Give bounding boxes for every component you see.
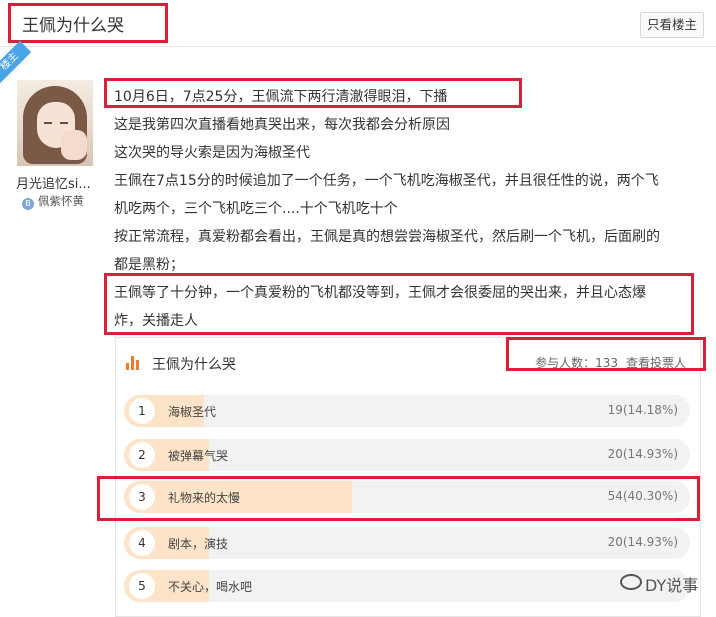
poll-option-label: 被弹幕气哭 [168,449,229,463]
poll-option[interactable]: 4 剧本，演技 20(14.93%) [124,527,690,559]
thread-title: 王佩为什么哭 [22,16,124,36]
poll-option[interactable]: 2 被弹幕气哭 20(14.93%) [124,439,690,471]
poll-stats: 参与人数：133 查看投票人 [535,354,686,371]
poll-option-number: 3 [129,484,155,510]
poll-option-count: 20(14.93%) [607,447,678,461]
post-line: 按正常流程，真爱粉都会看出，王佩是真的想尝尝海椒圣代，然后刷一个飞机，后面刷的 [114,229,660,245]
post-line: 10月6日，7点25分，王佩流下两行清澈得眼泪，下播 [114,89,448,105]
thread-header: 王佩为什么哭 只看楼主 [0,0,716,46]
poll-option-label: 礼物来的太慢 [168,491,241,505]
only-op-button[interactable]: 只看楼主 [640,12,704,38]
user-badge: B 佩紫怀黄 [22,193,84,210]
poll-title: 王佩为什么哭 [152,357,236,373]
post-line: 机吃两个，三个飞机吃三个....十个飞机吃十个 [114,201,398,217]
poll-option-count: 19(14.18%) [607,403,678,417]
poll-option-label: 剧本，演技 [168,537,229,551]
post-line: 这是我第四次直播看她真哭出来，每次我都会分析原因 [114,117,450,133]
poll-option-number: 4 [129,530,155,556]
badge-text: 佩紫怀黄 [38,194,84,208]
chat-bubble-icon [620,574,642,590]
post-line: 王佩等了十分钟，一个真爱粉的飞机都没等到，王佩才会很委屈的哭出来，并且心态爆 [114,285,646,301]
op-tag: 楼主 [0,40,32,84]
post-line: 炸，关播走人 [114,313,198,329]
poll-option[interactable]: 1 海椒圣代 19(14.18%) [124,395,690,427]
poll-option-count: 54(40.30%) [607,489,678,503]
poll-option-number: 2 [129,442,155,468]
header-divider [0,46,716,47]
post-line: 都是黑粉； [114,257,184,273]
poll-option[interactable]: 3 礼物来的太慢 54(40.30%) [124,481,690,513]
poll-option-number: 1 [129,398,155,424]
username[interactable]: 月光追忆si... [16,173,91,192]
poll-option-label: 不关心，喝水吧 [168,580,253,594]
poll-panel: 王佩为什么哭 参与人数：133 查看投票人 1 海椒圣代 19(14.18%) 2… [115,337,701,617]
post-line: 这次哭的导火索是因为海椒圣代 [114,145,310,161]
participants-count: 参与人数：133 [535,356,618,370]
watermark: DY说事 [620,572,698,596]
poll-option-label: 海椒圣代 [168,405,217,419]
avatar[interactable] [17,80,93,166]
badge-icon: B [22,198,34,210]
poll-option[interactable]: 5 不关心，喝水吧 [124,570,690,602]
watermark-text: DY说事 [645,576,699,595]
view-voters-link[interactable]: 查看投票人 [626,356,686,370]
poll-option-count: 20(14.93%) [607,535,678,549]
poll-option-number: 5 [129,573,155,599]
post-line: 王佩在7点15分的时候追加了一个任务，一个飞机吃海椒圣代，并且很任性的说，两个飞 [114,173,659,189]
bar-chart-icon [126,354,142,370]
